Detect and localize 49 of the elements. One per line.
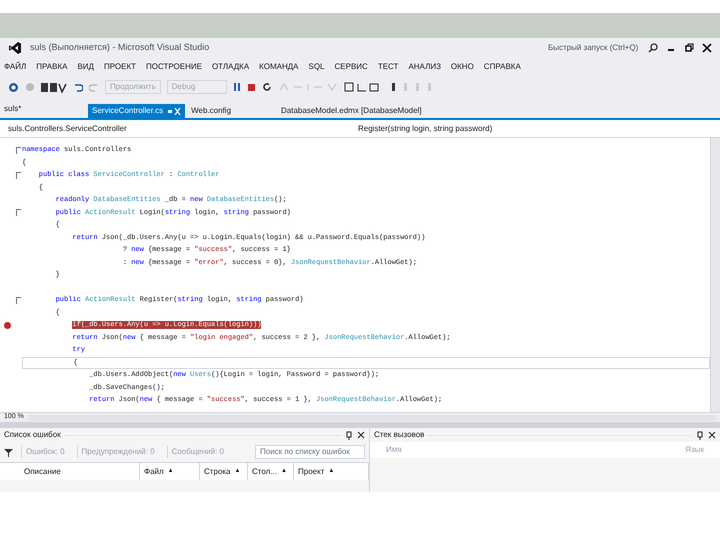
pin-icon[interactable] (696, 430, 704, 440)
menu-item[interactable]: КОМАНДА (259, 61, 298, 73)
member-dropdown[interactable]: Register(string login, string password) (350, 122, 720, 134)
pause-icon[interactable] (232, 82, 241, 92)
editor-tab[interactable]: ServiceController.cs (88, 104, 186, 118)
breakpoint-icon[interactable] (4, 322, 10, 329)
menu-item[interactable]: АНАЛИЗ (408, 61, 441, 73)
menu-item[interactable]: ТЕСТ (378, 61, 398, 73)
restart-icon[interactable] (262, 82, 272, 92)
window-title: suls (Выполняется) - Microsoft Visual Studio (30, 41, 210, 54)
collapse-icon[interactable] (16, 146, 20, 154)
horizontal-scrollbar[interactable] (28, 414, 716, 420)
class-dropdown[interactable]: suls.Controllers.ServiceController (0, 122, 350, 134)
close-icon[interactable] (708, 431, 716, 439)
search-field[interactable]: Поиск по списку ошибок (255, 445, 365, 459)
pin-icon[interactable] (345, 430, 353, 440)
back-circle-icon[interactable] (8, 82, 19, 92)
stop-icon[interactable] (246, 82, 256, 92)
menu-item[interactable]: ПРОЕКТ (104, 61, 136, 73)
app-logo-icon (8, 41, 22, 55)
vertical-scrollbar[interactable] (710, 138, 720, 412)
filter-icon[interactable] (4, 448, 13, 456)
panel-title: Список ошибок (4, 429, 61, 441)
pin-close-icon[interactable] (167, 108, 182, 114)
search-icon[interactable] (648, 43, 658, 53)
project-label: suls* (3, 103, 22, 115)
menu-item[interactable]: SQL (308, 61, 324, 73)
close-icon[interactable] (357, 431, 365, 439)
restore-icon[interactable] (684, 43, 694, 53)
menu-item[interactable]: ВИД (77, 61, 94, 73)
menu-item[interactable]: ОТЛАДКА (212, 61, 250, 73)
menu-item[interactable]: ФАЙЛ (4, 61, 26, 73)
editor-tab[interactable]: Web.config (187, 104, 236, 118)
close-icon[interactable] (702, 43, 712, 53)
save-all-icon[interactable] (41, 82, 67, 92)
editor-tab[interactable]: DatabaseModel.edmx [DatabaseModel] (277, 104, 426, 118)
step-icons-drawing (278, 82, 338, 92)
menu-item[interactable]: СПРАВКА (484, 61, 521, 73)
menu-item[interactable]: СЕРВИС (334, 61, 368, 73)
menu-item[interactable]: ПРАВКА (36, 61, 68, 73)
collapse-icon[interactable] (16, 296, 20, 304)
panel-title: Стек вызовов (374, 429, 424, 441)
menu-item[interactable]: ПОСТРОЕНИЕ (146, 61, 202, 73)
collapse-icon[interactable] (16, 172, 20, 179)
collapse-icon[interactable] (16, 209, 20, 216)
undo-icon[interactable] (73, 82, 83, 92)
menu-item[interactable]: ОКНО (450, 61, 474, 73)
column-header[interactable]: Описание (20, 463, 140, 480)
quick-launch-field[interactable]: Быстрый запуск (Ctrl+Q) (548, 42, 640, 54)
